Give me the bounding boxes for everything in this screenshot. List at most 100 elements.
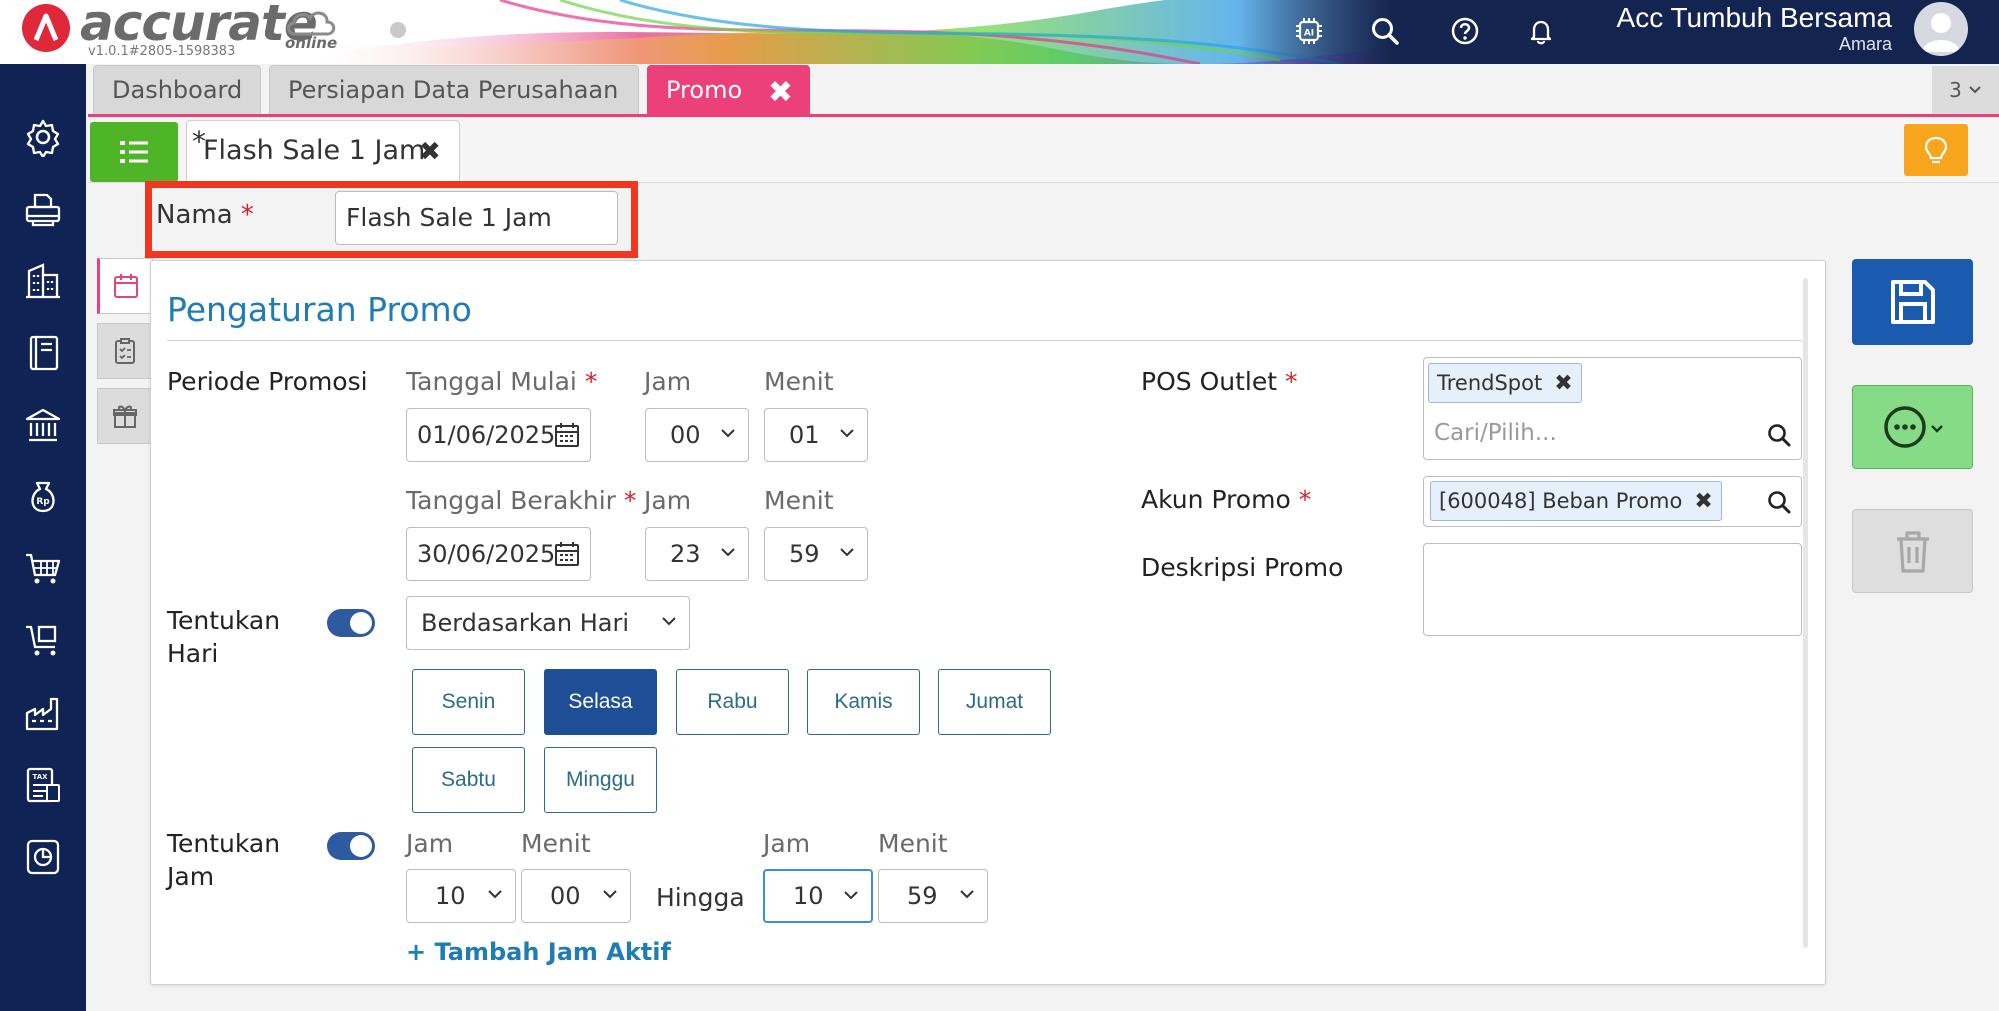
berakhir-menit-select[interactable]: 59	[764, 527, 868, 581]
tax-icon[interactable]: TAX	[18, 760, 68, 810]
tab-dashboard[interactable]: Dashboard	[93, 65, 261, 115]
remove-chip-icon[interactable]: ✖	[1554, 371, 1572, 396]
deskripsi-textarea[interactable]	[1423, 543, 1802, 636]
pos-outlet-search-input[interactable]: Cari/Pilih...	[1434, 420, 1557, 446]
list-view-button[interactable]	[90, 122, 178, 182]
more-actions-button[interactable]	[1852, 385, 1973, 469]
pos-outlet-chip[interactable]: TrendSpot ✖	[1428, 363, 1582, 403]
panel-scrollbar[interactable]	[1803, 278, 1808, 948]
tabs-count-dropdown[interactable]: 3	[1932, 66, 1999, 114]
company-name[interactable]: Acc Tumbuh Bersama	[1617, 2, 1892, 34]
tab-label: Promo	[666, 76, 743, 104]
tab-promo[interactable]: Promo ✖	[647, 65, 810, 115]
report-icon[interactable]	[18, 832, 68, 882]
chevron-down-icon	[840, 548, 854, 557]
akun-promo-label: Akun Promo *	[1141, 485, 1311, 514]
tab-label: Persiapan Data Perusahaan	[288, 76, 619, 104]
section-tab-period[interactable]	[97, 258, 153, 314]
menit-hingga-value: 59	[907, 882, 938, 910]
calendar-icon[interactable]	[554, 422, 580, 448]
berakhir-menit-value: 59	[789, 540, 820, 568]
factory-icon[interactable]	[18, 688, 68, 738]
printer-icon[interactable]	[18, 184, 68, 234]
menit-label: Menit	[521, 829, 591, 858]
mulai-jam-select[interactable]: 00	[645, 408, 749, 462]
menit-label: Menit	[878, 829, 948, 858]
akun-promo-label-text: Akun Promo	[1141, 485, 1291, 514]
tab-persiapan-data[interactable]: Persiapan Data Perusahaan	[269, 65, 639, 115]
search-icon[interactable]	[1766, 422, 1792, 448]
section-tab-gift[interactable]	[97, 388, 153, 444]
day-button-rabu[interactable]: Rabu	[676, 669, 789, 735]
day-button-jumat[interactable]: Jumat	[938, 669, 1051, 735]
building-icon[interactable]	[18, 256, 68, 306]
help-icon[interactable]	[1448, 14, 1482, 48]
gear-icon[interactable]	[18, 112, 68, 162]
remove-chip-icon[interactable]: ✖	[1694, 489, 1712, 514]
tips-button[interactable]	[1904, 124, 1968, 176]
bell-icon[interactable]	[1524, 14, 1558, 48]
nama-input[interactable]: Flash Sale 1 Jam	[335, 191, 618, 245]
user-name[interactable]: Amara	[1839, 34, 1892, 55]
tanggal-mulai-label: Tanggal Mulai *	[406, 367, 597, 396]
chevron-down-icon	[721, 429, 735, 438]
add-active-hour-link[interactable]: + Tambah Jam Aktif	[406, 938, 671, 966]
delete-button[interactable]	[1852, 509, 1973, 593]
avatar[interactable]	[1914, 2, 1968, 56]
day-button-sabtu[interactable]: Sabtu	[412, 747, 525, 813]
tabs-count: 3	[1949, 78, 1962, 102]
chip-label: TrendSpot	[1437, 371, 1543, 395]
ledger-icon[interactable]	[18, 328, 68, 378]
calendar-icon[interactable]	[554, 541, 580, 567]
ai-chip-icon[interactable]: AI	[1292, 14, 1326, 48]
menit-hingga-select[interactable]: 59	[878, 869, 988, 923]
jam-label: Jam	[644, 486, 692, 515]
search-icon[interactable]	[1368, 14, 1402, 48]
day-button-minggu[interactable]: Minggu	[544, 747, 657, 813]
berakhir-jam-select[interactable]: 23	[645, 527, 749, 581]
jam-label: Jam	[644, 367, 692, 396]
tanggal-berakhir-value: 30/06/2025	[417, 540, 556, 568]
chevron-down-icon	[960, 890, 974, 899]
mulai-menit-select[interactable]: 01	[764, 408, 868, 462]
tentukan-hari-toggle[interactable]	[327, 609, 375, 637]
tentukan-jam-label-line2: Jam	[167, 862, 215, 891]
hari-mode-select[interactable]: Berdasarkan Hari	[406, 596, 690, 650]
day-button-kamis[interactable]: Kamis	[807, 669, 920, 735]
menit-label: Menit	[764, 486, 834, 515]
tanggal-berakhir-input[interactable]: 30/06/2025	[406, 527, 591, 581]
close-icon[interactable]: ✖	[419, 137, 441, 167]
pos-outlet-label: POS Outlet *	[1141, 367, 1297, 396]
search-icon[interactable]	[1766, 489, 1792, 515]
day-button-senin[interactable]: Senin	[412, 669, 525, 735]
money-bag-icon[interactable]: Rp	[18, 472, 68, 522]
tanggal-berakhir-label-text: Tanggal Berakhir	[406, 486, 616, 515]
close-icon[interactable]: ✖	[768, 75, 793, 110]
document-tab-title: Flash Sale 1 Jam	[203, 135, 426, 166]
day-button-selasa[interactable]: Selasa	[544, 669, 657, 735]
accurate-logo-icon[interactable]	[22, 4, 70, 52]
save-icon	[1890, 280, 1935, 324]
trash-icon	[1896, 531, 1929, 573]
akun-promo-chip[interactable]: [600048] Beban Promo ✖	[1430, 481, 1722, 521]
tanggal-mulai-input[interactable]: 01/06/2025	[406, 408, 591, 462]
document-tab[interactable]: * Flash Sale 1 Jam ✖	[186, 120, 460, 184]
tentukan-jam-toggle[interactable]	[327, 832, 375, 860]
section-tab-checklist[interactable]	[97, 323, 153, 379]
tanggal-mulai-label-text: Tanggal Mulai	[406, 367, 577, 396]
tentukan-hari-label-line2: Hari	[167, 639, 219, 668]
nama-label-text: Nama	[156, 200, 233, 230]
jam-hingga-select[interactable]: 10	[763, 869, 873, 923]
menit-dari-select[interactable]: 00	[521, 869, 631, 923]
cart-return-icon[interactable]	[18, 616, 68, 666]
cart-icon[interactable]	[18, 544, 68, 594]
jam-dari-select[interactable]: 10	[406, 869, 516, 923]
required-mark: *	[1284, 367, 1298, 396]
calendar-icon	[114, 274, 138, 298]
required-mark: *	[1298, 485, 1312, 514]
chevron-down-icon	[1969, 86, 1981, 94]
bank-icon[interactable]	[18, 400, 68, 450]
sidebar: Rp TAX	[0, 64, 86, 1011]
save-button[interactable]	[1852, 259, 1973, 345]
menit-dari-value: 00	[550, 882, 581, 910]
